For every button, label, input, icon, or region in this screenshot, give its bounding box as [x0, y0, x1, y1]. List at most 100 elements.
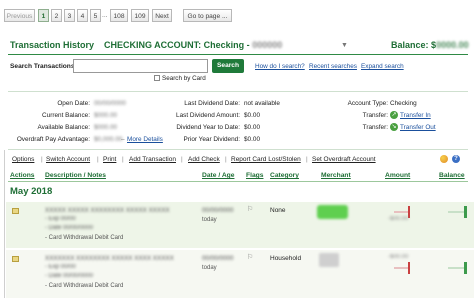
- recent-searches-link[interactable]: Recent searches: [309, 63, 357, 70]
- search-label: Search Transactions:: [10, 63, 77, 70]
- month-heading: May 2018: [10, 186, 53, 197]
- prior-year-dividend-value: $0.00: [244, 136, 260, 143]
- transfer-out-link[interactable]: Transfer Out: [400, 124, 436, 131]
- options-separator: |: [181, 156, 183, 163]
- last-dividend-date-label: Last Dividend Date:: [184, 100, 240, 107]
- balance-marker: [464, 206, 467, 218]
- search-input[interactable]: [73, 59, 208, 73]
- page-109-button[interactable]: 109: [131, 9, 149, 22]
- options-separator: |: [41, 156, 43, 163]
- flag-icon[interactable]: ⚐: [247, 253, 253, 261]
- available-balance-label: Available Balance:: [37, 124, 90, 131]
- amount-bar: [394, 211, 408, 213]
- page-2-button[interactable]: 2: [51, 9, 62, 22]
- column-flags[interactable]: Flags: [246, 172, 263, 179]
- last-dividend-amount-value: $0.00: [244, 112, 260, 119]
- next-page-button[interactable]: Next: [152, 9, 172, 22]
- transfer-in-icon: ↗: [390, 111, 398, 119]
- options-separator: |: [97, 156, 99, 163]
- report-card-lost-link[interactable]: Report Card Lost/Stolen: [231, 156, 301, 163]
- options-separator: |: [225, 156, 227, 163]
- transfer-in-link[interactable]: Transfer In: [400, 112, 431, 119]
- column-actions[interactable]: Actions: [10, 172, 35, 179]
- transaction-category[interactable]: Household: [270, 255, 301, 262]
- help-icon[interactable]: ?: [452, 155, 460, 163]
- balance-bar: [448, 211, 464, 213]
- set-overdraft-link[interactable]: Set Overdraft Account: [312, 156, 376, 163]
- balance-masked: 0000.00: [436, 40, 469, 50]
- current-balance-value: $000.00: [94, 112, 118, 119]
- overdraft-value: $0,000.00: [94, 136, 123, 143]
- add-check-link[interactable]: Add Check: [188, 156, 220, 163]
- row-expand-icon[interactable]: [12, 256, 19, 262]
- dividend-ytd-label: Dividend Year to Date:: [176, 124, 240, 131]
- overdraft-separator: –: [121, 136, 125, 143]
- balance-display: Balance: $0000.00: [391, 40, 469, 50]
- search-button[interactable]: Search: [212, 59, 244, 73]
- print-link[interactable]: Print: [103, 156, 116, 163]
- transfer-in-label: Transfer:: [362, 112, 388, 119]
- search-by-card-label: Search by Card: [162, 75, 206, 82]
- open-date-label: Open Date:: [57, 100, 90, 107]
- transaction-description: XXXXX XXXXX XXXXXXXX XXXXX XXXXX: [45, 207, 170, 214]
- transaction-amount: -$00.00: [388, 254, 409, 260]
- more-details-link[interactable]: More Details: [127, 136, 163, 143]
- pagination-ellipsis: ...: [102, 12, 108, 19]
- account-dropdown-icon[interactable]: ▼: [341, 42, 348, 49]
- page-5-button[interactable]: 5: [90, 9, 101, 22]
- page-3-button[interactable]: 3: [64, 9, 75, 22]
- transaction-category[interactable]: None: [270, 207, 286, 214]
- search-divider: [8, 91, 468, 92]
- column-category[interactable]: Category: [270, 172, 299, 179]
- account-number-masked: 000000: [252, 40, 283, 50]
- merchant-logo: [317, 205, 348, 219]
- page-1-button[interactable]: 1: [38, 9, 49, 22]
- palette-icon[interactable]: [440, 155, 448, 163]
- row-expand-icon[interactable]: [12, 208, 19, 214]
- balance-marker: [464, 262, 467, 274]
- available-balance-value: $000.00: [94, 124, 118, 131]
- expand-search-link[interactable]: Expand search: [361, 63, 404, 70]
- transfer-out-icon: ↘: [390, 123, 398, 131]
- transaction-age: today: [202, 265, 217, 271]
- column-description[interactable]: Description / Notes: [45, 172, 106, 179]
- balance-label: Balance:: [391, 40, 429, 50]
- account-type-value: Checking: [390, 100, 417, 107]
- transaction-exp: - Exp 00/00: [45, 264, 76, 270]
- account-prefix: CHECKING ACCOUNT: Checking -: [104, 40, 250, 50]
- transfer-out-label: Transfer:: [362, 124, 388, 131]
- search-help-link[interactable]: How do I search?: [255, 63, 305, 70]
- options-separator: |: [306, 156, 308, 163]
- add-transaction-link[interactable]: Add Transaction: [129, 156, 176, 163]
- details-divider: [8, 149, 468, 150]
- transaction-date: 00/00/0000: [202, 255, 234, 262]
- page-4-button[interactable]: 4: [77, 9, 88, 22]
- column-balance[interactable]: Balance: [439, 172, 465, 179]
- amount-bar: [394, 267, 408, 269]
- header-divider: [8, 54, 468, 55]
- transaction-date-line: - Date 00/00/0000: [45, 273, 94, 279]
- previous-page-button[interactable]: Previous: [4, 9, 35, 22]
- search-by-card-checkbox[interactable]: [154, 75, 160, 81]
- switch-account-link[interactable]: Switch Account: [46, 156, 90, 163]
- column-date[interactable]: Date / Age: [202, 172, 234, 179]
- page-title: Transaction History: [10, 40, 95, 50]
- page-108-button[interactable]: 108: [110, 9, 128, 22]
- transaction-age: today: [202, 217, 217, 223]
- transaction-date-line: - Date 00/00/0000: [45, 225, 94, 231]
- last-dividend-amount-label: Last Dividend Amount:: [176, 112, 240, 119]
- column-merchant[interactable]: Merchant: [321, 172, 351, 179]
- column-amount[interactable]: Amount: [385, 172, 410, 179]
- dividend-ytd-value: $0.00: [244, 124, 260, 131]
- table-left-border: [4, 150, 5, 298]
- column-divider: [8, 181, 468, 182]
- flag-icon[interactable]: ⚐: [247, 205, 253, 213]
- options-link[interactable]: Options: [12, 156, 34, 163]
- transaction-card-line: - Card Withdrawal Debit Card: [45, 235, 124, 241]
- balance-bar: [448, 267, 464, 269]
- account-type-label: Account Type:: [347, 100, 388, 107]
- go-to-page-button[interactable]: Go to page ...: [183, 9, 232, 22]
- transaction-amount: -$00.00: [388, 216, 409, 222]
- merchant-logo: [319, 253, 339, 267]
- prior-year-dividend-label: Prior Year Dividend:: [183, 136, 240, 143]
